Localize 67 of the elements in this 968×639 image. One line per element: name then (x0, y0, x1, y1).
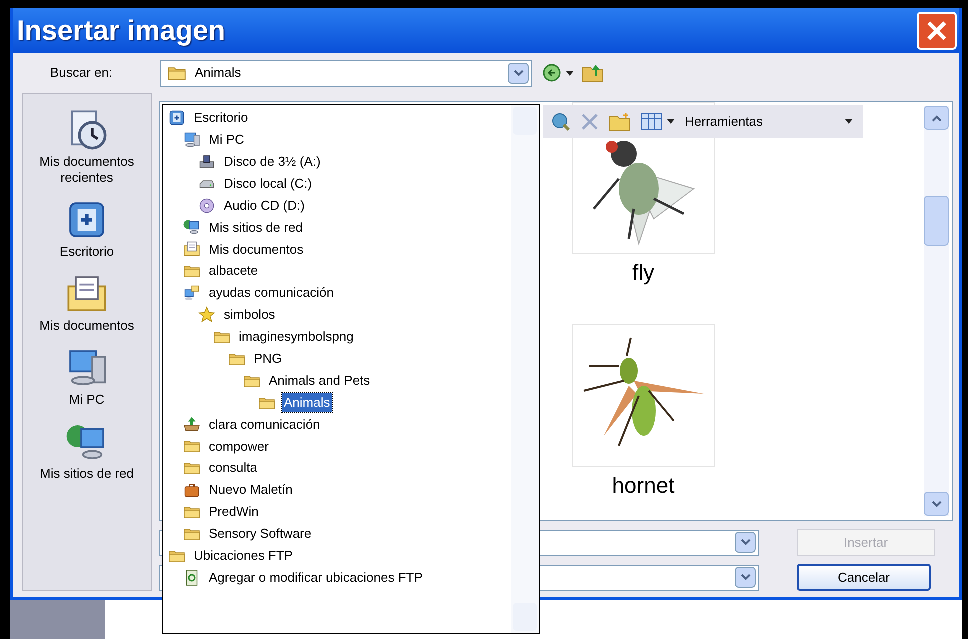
look-in-combo[interactable]: Animals (160, 60, 532, 86)
file-name: fly (632, 259, 654, 287)
place-item[interactable]: Mi PC (69, 392, 105, 408)
look-in-label: Buscar en: (49, 64, 114, 82)
close-icon (925, 18, 949, 42)
chevron-down-icon (514, 70, 524, 76)
tree-item[interactable]: Sensory Software (207, 524, 314, 544)
tree-item[interactable]: Mi PC (207, 130, 246, 150)
dropdown-button[interactable] (735, 567, 756, 588)
scroll-thumb[interactable] (924, 196, 949, 246)
new-folder-icon[interactable] (609, 112, 631, 132)
dropdown-button[interactable] (508, 62, 529, 84)
dropdown-button[interactable] (735, 532, 756, 553)
place-item[interactable]: Escritorio (60, 244, 114, 260)
floppy-drive-icon (198, 152, 216, 171)
tree-item[interactable]: Disco de 3½ (A:) (222, 152, 323, 172)
caret-icon (667, 119, 675, 124)
place-item[interactable]: Mis documentos recientes (23, 154, 151, 186)
shared-folder-icon (183, 284, 201, 302)
place-item[interactable]: Mis sitios de red (40, 466, 134, 482)
chevron-down-icon (740, 574, 750, 581)
tree-item[interactable]: compower (207, 436, 271, 456)
tree-item[interactable]: Audio CD (D:) (222, 196, 307, 216)
tree-item[interactable]: Disco local (C:) (222, 174, 314, 194)
tree-item[interactable]: PNG (252, 348, 284, 368)
tree-item[interactable]: albacete (207, 261, 260, 281)
views-icon[interactable] (641, 112, 663, 130)
tree-item[interactable]: PredWin (207, 502, 261, 522)
tree-item[interactable]: ayudas comunicación (207, 283, 336, 303)
chevron-down-icon (932, 500, 942, 508)
scroll-down-button[interactable] (924, 492, 949, 516)
place-item[interactable]: Mis documentos (40, 318, 134, 334)
tray-icon (183, 415, 201, 434)
cd-icon (198, 196, 216, 214)
tree-item[interactable]: imaginesymbolspng (237, 327, 356, 347)
tree-item[interactable]: Animals and Pets (267, 370, 372, 390)
tree-item[interactable]: Agregar o modificar ubicaciones FTP (207, 568, 425, 588)
thumbnail-frame[interactable] (572, 324, 715, 467)
look-in-value: Animals (195, 64, 242, 82)
caret-icon (566, 70, 574, 76)
file-name: hornet (612, 472, 675, 500)
scroll-up-button[interactable] (924, 106, 949, 130)
tree-item[interactable]: Mis sitios de red (207, 218, 305, 238)
chevron-up-icon (932, 114, 942, 122)
window-title: Insertar imagen (17, 14, 226, 48)
tree-item[interactable]: simbolos (222, 305, 278, 325)
cancel-button[interactable]: Cancelar (797, 564, 931, 591)
network-computer-icon (183, 218, 201, 236)
tree-item[interactable]: Animals (282, 392, 332, 412)
scrollbar[interactable] (924, 106, 949, 516)
caret-icon (845, 119, 853, 124)
search-web-icon[interactable] (551, 112, 571, 132)
tree-item[interactable]: clara comunicación (207, 414, 322, 434)
chevron-down-icon (740, 539, 750, 546)
close-button[interactable] (917, 12, 957, 50)
tree-item[interactable]: Nuevo Maletín (207, 480, 295, 500)
up-folder-icon[interactable] (582, 63, 604, 83)
tree-item[interactable]: Ubicaciones FTP (192, 546, 295, 566)
briefcase-icon (183, 481, 201, 500)
star-icon (198, 306, 216, 324)
computer-icon (183, 130, 201, 149)
tree-item[interactable]: Mis documentos (207, 240, 306, 260)
tools-menu[interactable]: Herramientas (685, 112, 853, 132)
documents-folder-icon (183, 240, 201, 258)
tree-item[interactable]: Escritorio (192, 108, 250, 128)
tree-item[interactable]: consulta (207, 458, 260, 478)
desktop-icon (168, 108, 186, 127)
